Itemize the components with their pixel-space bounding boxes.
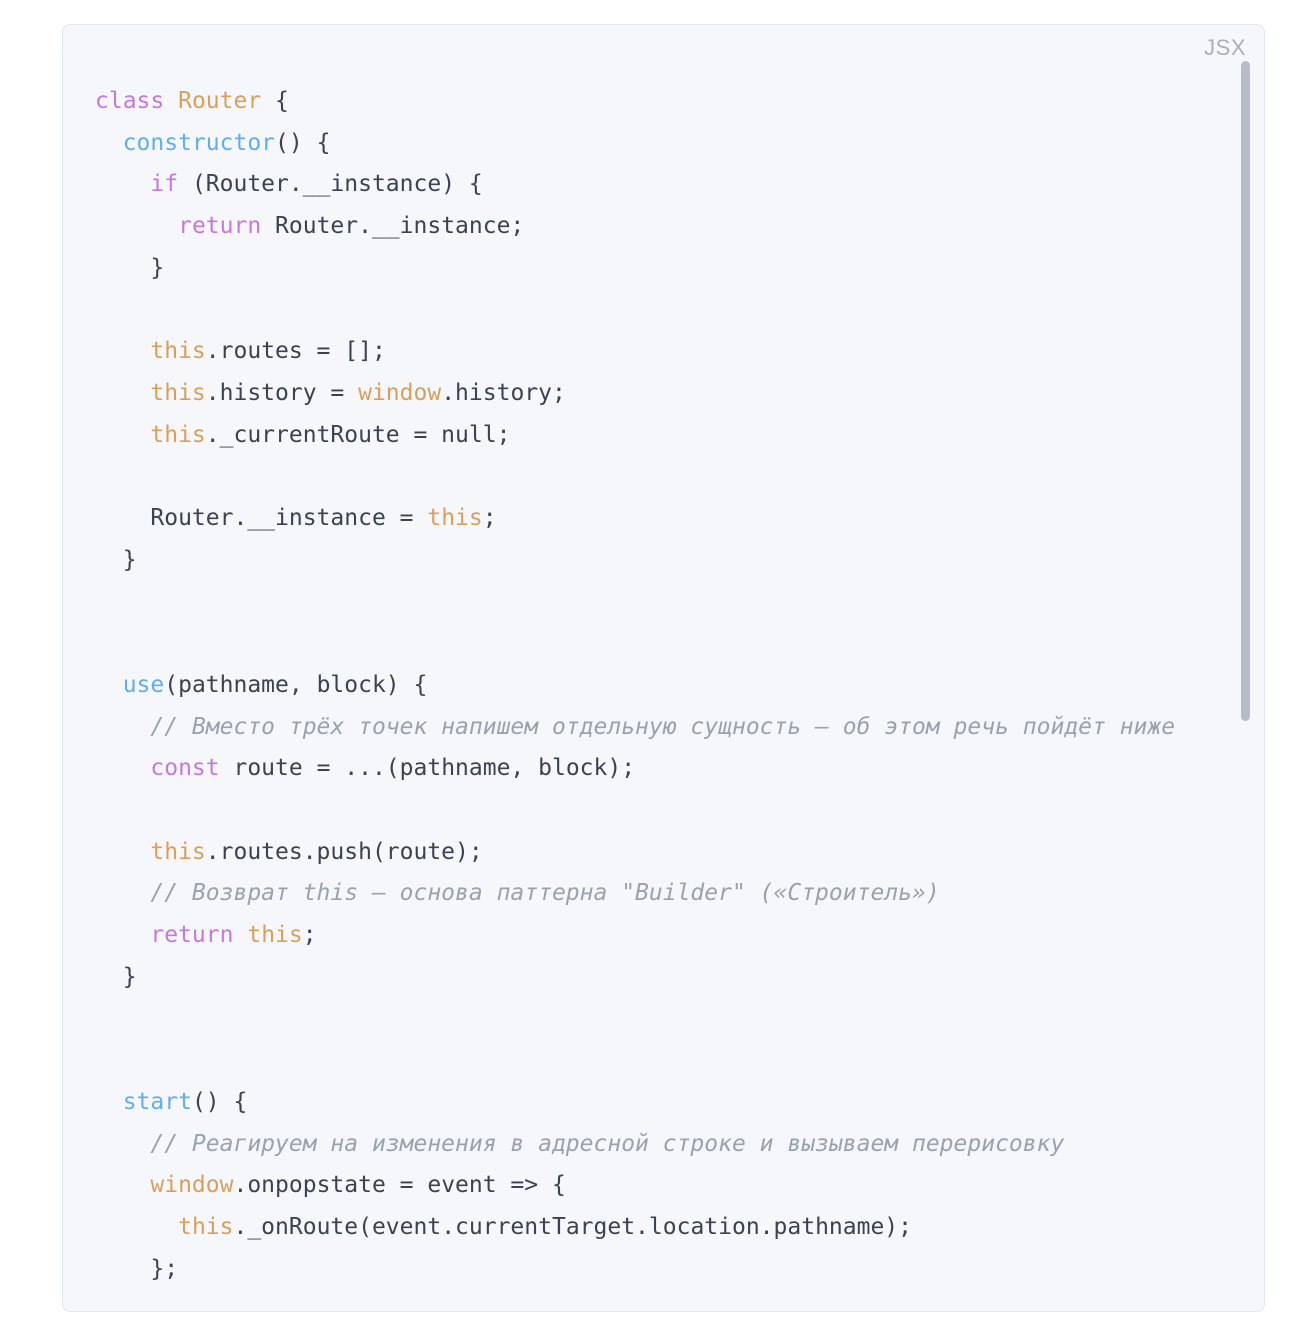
code-line: Router.__instance = this;	[95, 505, 497, 532]
code-token-plain: .history;	[441, 379, 566, 406]
code-token-comment: // Реагируем на изменения в адресной стр…	[150, 1130, 1065, 1157]
code-line: this.routes = [];	[95, 338, 386, 365]
code-line: // Возврат this — основа паттерна "Build…	[95, 880, 940, 907]
code-token-plain: }	[122, 963, 137, 990]
code-token-class: Router	[178, 88, 262, 114]
code-token-builtin: this	[150, 338, 206, 365]
code-token-plain: () {	[191, 1088, 248, 1115]
code-line: };	[95, 1256, 178, 1282]
code-line: return Router.__instance;	[95, 213, 524, 239]
code-block-card: JSX class Router { constructor() { if (R…	[62, 24, 1265, 1312]
vertical-scrollbar-thumb[interactable]	[1241, 61, 1250, 721]
code-token-plain: .history =	[205, 379, 359, 406]
code-token-comment: // Возврат this — основа паттерна "Build…	[150, 880, 940, 907]
code-line: }	[95, 255, 164, 281]
code-token-plain: Router.__instance =	[150, 505, 428, 532]
code-line: this.history = window.history;	[95, 379, 566, 406]
code-line: // Реагируем на изменения в адресной стр…	[95, 1131, 1064, 1157]
code-token-keyword: return	[150, 922, 234, 949]
code-token-builtin: this	[150, 838, 206, 865]
code-token-keyword: if	[150, 171, 179, 198]
code-line: start() {	[95, 1088, 248, 1115]
code-token-comment: // Вместо трёх точек напишем отдельную с…	[150, 713, 1176, 740]
vertical-scrollbar-track[interactable]	[1241, 25, 1258, 1311]
code-line: }	[95, 964, 137, 990]
code-token-plain: Router.__instance;	[261, 213, 525, 240]
code-line: window.onpopstate = event => {	[95, 1172, 566, 1199]
code-token-builtin: window	[150, 1172, 234, 1199]
code-token-function: start	[122, 1088, 192, 1115]
code-line: }	[95, 547, 137, 573]
code-token-builtin: this	[178, 1213, 234, 1240]
code-token-plain: }	[150, 254, 165, 281]
code-line: this.routes.push(route);	[95, 838, 483, 865]
page-root: JSX class Router { constructor() { if (R…	[0, 0, 1312, 1344]
code-token-plain: .routes.push(route);	[205, 838, 483, 865]
code-line: this._onRoute(event.currentTarget.locati…	[95, 1214, 912, 1240]
code-token-function: constructor	[122, 129, 276, 156]
code-token-plain: ._currentRoute = null;	[205, 421, 511, 448]
code-token-plain: ;	[482, 505, 497, 532]
code-token-keyword: return	[178, 213, 262, 240]
code-line: this._currentRoute = null;	[95, 422, 510, 448]
code-token-plain: };	[150, 1255, 179, 1282]
code-line: return this;	[95, 922, 317, 949]
code-token-plain: () {	[275, 129, 331, 156]
code-line: class Router {	[95, 88, 289, 114]
code-line: // Вместо трёх точек напишем отдельную с…	[95, 714, 1175, 740]
code-token-plain: }	[122, 546, 137, 573]
code-token-builtin: this	[150, 421, 206, 448]
code-line: use(pathname, block) {	[95, 671, 428, 698]
code-line: if (Router.__instance) {	[95, 171, 483, 198]
code-token-plain: (pathname, block) {	[164, 671, 428, 698]
code-token-builtin: this	[247, 922, 303, 949]
code-token-keyword: class	[95, 88, 165, 114]
code-line: constructor() {	[95, 129, 331, 156]
code-content[interactable]: class Router { constructor() { if (Route…	[63, 25, 1264, 1311]
code-token-builtin: window	[358, 379, 442, 406]
code-token-plain: .routes = [];	[205, 338, 386, 365]
code-token-plain: (Router.__instance) {	[178, 171, 483, 198]
code-token-builtin: this	[427, 505, 483, 532]
code-token-plain: route = ...(pathname, block);	[219, 755, 636, 782]
code-scroll-area[interactable]: class Router { constructor() { if (Route…	[63, 25, 1264, 1311]
code-token-plain: ._onRoute(event.currentTarget.location.p…	[233, 1213, 912, 1240]
code-token-keyword: const	[150, 755, 220, 782]
code-token-plain: ;	[302, 922, 317, 949]
code-line: const route = ...(pathname, block);	[95, 755, 635, 781]
code-token-plain: .onpopstate = event => {	[233, 1172, 566, 1199]
code-token-builtin: this	[150, 379, 206, 406]
code-token-plain: {	[261, 88, 289, 114]
code-token-function: use	[122, 671, 165, 698]
